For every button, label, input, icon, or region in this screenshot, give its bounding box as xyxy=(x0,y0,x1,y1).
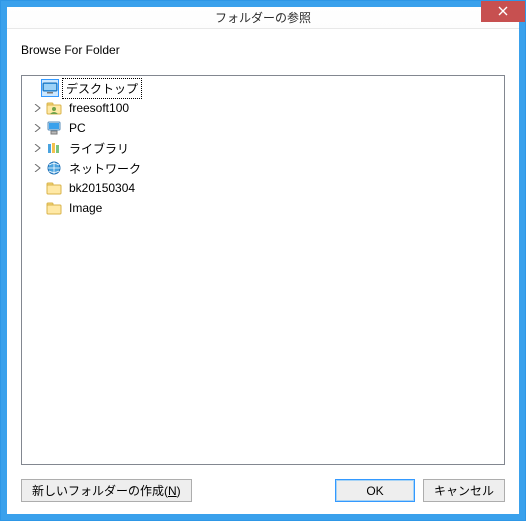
tree-node-label: ネットワーク xyxy=(66,159,144,178)
tree-node-label: PC xyxy=(66,120,89,136)
libraries-icon xyxy=(46,140,62,156)
desktop-icon xyxy=(42,80,58,96)
tree-node-desktop[interactable]: デスクトップ xyxy=(24,78,502,98)
tree-node[interactable]: ネットワーク xyxy=(24,158,502,178)
button-label-prefix: 新しいフォルダーの作成( xyxy=(32,484,168,498)
tree-node[interactable]: ライブラリ xyxy=(24,138,502,158)
expander-icon[interactable] xyxy=(32,122,44,134)
pc-icon xyxy=(46,120,62,136)
button-accel: N xyxy=(168,484,177,498)
tree-node[interactable]: freesoft100 xyxy=(24,98,502,118)
ok-button[interactable]: OK xyxy=(335,479,415,502)
titlebar: フォルダーの参照 xyxy=(7,7,519,29)
folder-icon xyxy=(46,180,62,196)
window-title: フォルダーの参照 xyxy=(7,9,519,26)
dialog-window: フォルダーの参照 Browse For Folder xyxy=(0,0,526,521)
folder-icon xyxy=(46,200,62,216)
button-bar: 新しいフォルダーの作成(N) OK キャンセル xyxy=(21,479,505,502)
cancel-button[interactable]: キャンセル xyxy=(423,479,505,502)
user-folder-icon xyxy=(46,100,62,116)
button-label-suffix: ) xyxy=(177,484,181,498)
tree-node[interactable]: PC xyxy=(24,118,502,138)
tree-node-label: ライブラリ xyxy=(66,139,132,158)
instruction-text: Browse For Folder xyxy=(21,43,505,57)
make-new-folder-button[interactable]: 新しいフォルダーの作成(N) xyxy=(21,479,192,502)
close-button[interactable] xyxy=(481,1,525,22)
tree-node[interactable]: Image xyxy=(24,198,502,218)
close-icon xyxy=(498,5,508,19)
tree-node-label: Image xyxy=(66,200,105,216)
expander-icon[interactable] xyxy=(32,102,44,114)
client-area: Browse For Folder デスクトップ xyxy=(7,29,519,514)
folder-tree[interactable]: デスクトップ freesoft100 xyxy=(21,75,505,465)
tree-node-label: bk20150304 xyxy=(66,180,138,196)
expander-icon[interactable] xyxy=(32,142,44,154)
network-icon xyxy=(46,160,62,176)
expander-icon[interactable] xyxy=(32,162,44,174)
tree-root-list: デスクトップ freesoft100 xyxy=(24,78,502,218)
window-chrome: フォルダーの参照 Browse For Folder xyxy=(1,1,525,520)
tree-node-label: freesoft100 xyxy=(66,100,132,116)
tree-node[interactable]: bk20150304 xyxy=(24,178,502,198)
tree-node-label: デスクトップ xyxy=(62,78,142,99)
